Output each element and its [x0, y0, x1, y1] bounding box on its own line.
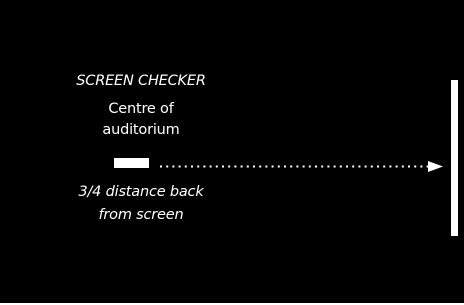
- cinema-screen: [451, 80, 458, 236]
- screen-checker-marker: [114, 158, 149, 168]
- arrowhead: [428, 161, 443, 172]
- diagram-graphics: [114, 80, 458, 236]
